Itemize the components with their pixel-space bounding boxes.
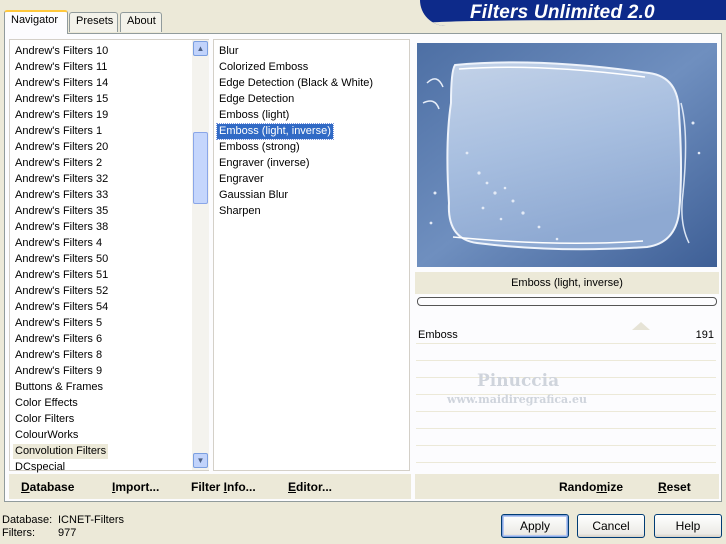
param-slider-emboss[interactable]: Emboss 191 xyxy=(416,322,716,344)
filter-item[interactable]: Engraver xyxy=(217,172,266,187)
filter-item[interactable]: Edge Detection (Black & White) xyxy=(217,76,375,91)
param-row-empty xyxy=(416,430,716,446)
category-item[interactable]: Andrew's Filters 6 xyxy=(13,332,104,347)
filter-item[interactable]: Engraver (inverse) xyxy=(217,156,311,171)
slider-thumb-icon[interactable] xyxy=(632,322,650,330)
filter-item[interactable]: Gaussian Blur xyxy=(217,188,290,203)
category-item[interactable]: Convolution Filters xyxy=(13,444,109,459)
category-item[interactable]: Andrew's Filters 1 xyxy=(13,124,104,139)
category-item[interactable]: Andrew's Filters 19 xyxy=(13,108,110,123)
category-item[interactable]: Buttons & Frames xyxy=(13,380,105,395)
tab-about[interactable]: About xyxy=(120,12,162,32)
category-item[interactable]: Andrew's Filters 51 xyxy=(13,268,110,283)
category-item[interactable]: Andrew's Filters 20 xyxy=(13,140,110,155)
filter-item[interactable]: Sharpen xyxy=(217,204,263,219)
filter-item[interactable]: Blur xyxy=(217,44,241,59)
tab-navigator[interactable]: Navigator xyxy=(4,10,68,34)
tab-presets[interactable]: Presets xyxy=(69,12,118,32)
help-button[interactable]: Help xyxy=(654,514,722,538)
category-item[interactable]: Andrew's Filters 14 xyxy=(13,76,110,91)
preview-image xyxy=(417,43,717,267)
watermark-name: Pinuccia xyxy=(477,371,560,391)
category-item[interactable]: Andrew's Filters 33 xyxy=(13,188,110,203)
category-item[interactable]: Andrew's Filters 50 xyxy=(13,252,110,267)
import-button[interactable]: Import... xyxy=(112,480,159,494)
category-item[interactable]: Color Filters xyxy=(13,412,76,427)
current-filter-name: Emboss (light, inverse) xyxy=(415,272,719,294)
status-database: Database: ICNET-Filters xyxy=(2,514,124,526)
category-list: Andrew's Filters 10 Andrew's Filters 11 An… xyxy=(9,39,209,473)
param-label: Emboss xyxy=(418,329,458,341)
category-item[interactable]: Andrew's Filters 11 xyxy=(13,60,109,75)
reset-button[interactable]: Reset xyxy=(658,480,691,494)
category-item[interactable]: Andrew's Filters 35 xyxy=(13,204,110,219)
category-item[interactable]: Andrew's Filters 15 xyxy=(13,92,110,107)
right-action-bar: Randomize Reset xyxy=(415,474,719,499)
left-action-bar: Database Import... Filter Info... Editor… xyxy=(9,474,411,499)
watermark-url: www.maidiregrafica.eu xyxy=(447,393,588,406)
app-title: Filters Unlimited 2.0 xyxy=(470,2,655,23)
category-item[interactable]: Andrew's Filters 38 xyxy=(13,220,110,235)
param-row-empty xyxy=(416,413,716,429)
category-item[interactable]: Andrew's Filters 10 xyxy=(13,44,110,59)
category-item[interactable]: Andrew's Filters 54 xyxy=(13,300,110,315)
category-item[interactable]: DCspecial xyxy=(13,460,67,475)
category-item[interactable]: Andrew's Filters 9 xyxy=(13,364,104,379)
database-button[interactable]: Database xyxy=(21,480,74,494)
category-item[interactable]: Andrew's Filters 8 xyxy=(13,348,104,363)
scroll-thumb[interactable] xyxy=(193,132,208,204)
category-item[interactable]: Andrew's Filters 52 xyxy=(13,284,110,299)
navigator-panel: Andrew's Filters 10 Andrew's Filters 11 An… xyxy=(4,33,722,502)
status-filters: Filters: 977 xyxy=(2,527,77,539)
scroll-up-icon[interactable]: ▲ xyxy=(193,41,208,56)
filter-item[interactable]: Colorized Emboss xyxy=(217,60,310,75)
param-value: 191 xyxy=(695,329,714,341)
progress-bar xyxy=(417,297,717,306)
category-scrollbar[interactable]: ▲ ▼ xyxy=(192,40,209,470)
param-row-empty xyxy=(416,447,716,463)
category-item[interactable]: Andrew's Filters 4 xyxy=(13,236,104,251)
category-item[interactable]: ColourWorks xyxy=(13,428,80,443)
filter-item[interactable]: Edge Detection xyxy=(217,92,296,107)
category-item[interactable]: Andrew's Filters 5 xyxy=(13,316,104,331)
cancel-button[interactable]: Cancel xyxy=(577,514,645,538)
filter-item[interactable]: Emboss (light) xyxy=(217,108,291,123)
param-row-empty xyxy=(416,345,716,361)
editor-button[interactable]: Editor... xyxy=(288,480,332,494)
param-row-empty xyxy=(416,362,716,378)
apply-button[interactable]: Apply xyxy=(501,514,569,538)
filter-list: Blur Colorized Emboss Edge Detection (Blac… xyxy=(213,39,410,471)
randomize-button[interactable]: Randomize xyxy=(559,480,623,494)
category-item[interactable]: Color Effects xyxy=(13,396,80,411)
filter-item[interactable]: Emboss (strong) xyxy=(217,140,302,155)
scroll-down-icon[interactable]: ▼ xyxy=(193,453,208,468)
category-item[interactable]: Andrew's Filters 32 xyxy=(13,172,110,187)
category-item[interactable]: Andrew's Filters 2 xyxy=(13,156,104,171)
filter-info-button[interactable]: Filter Info... xyxy=(191,480,256,494)
filter-item[interactable]: Emboss (light, inverse) xyxy=(216,123,334,140)
